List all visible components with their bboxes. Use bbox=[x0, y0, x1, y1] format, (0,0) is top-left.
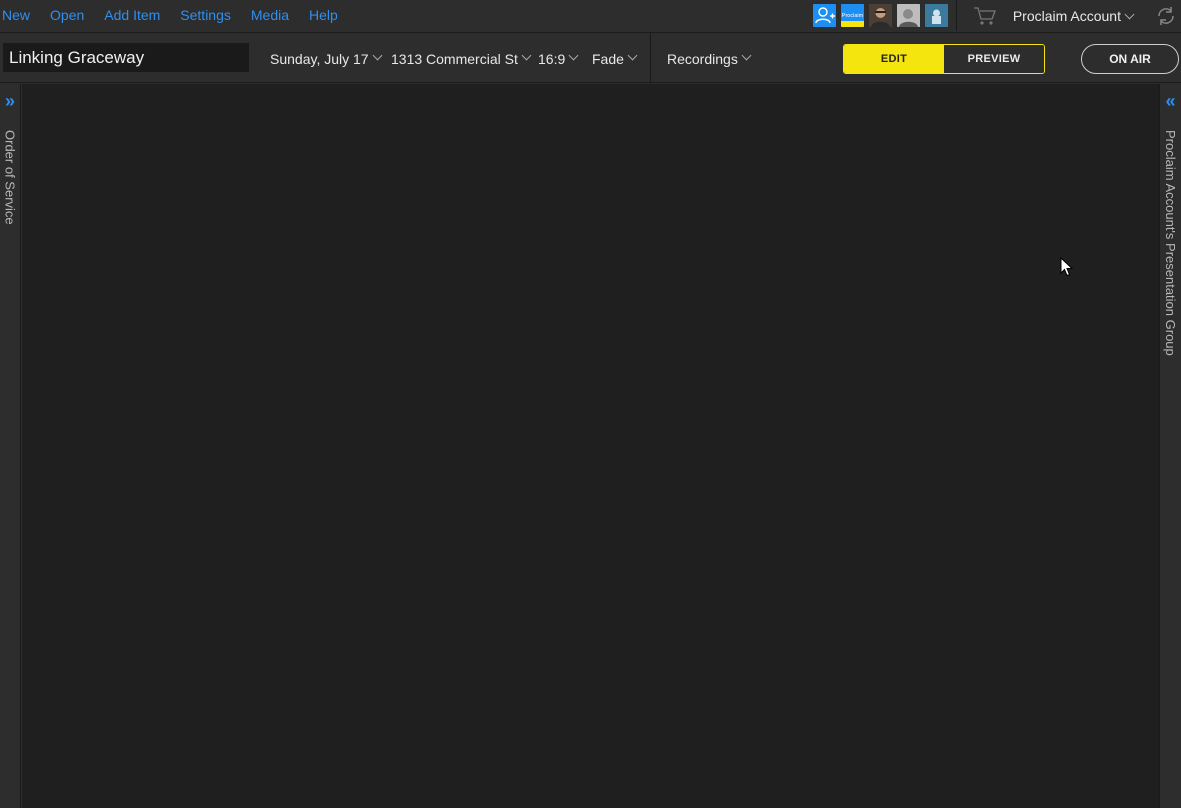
account-area: Proclaim Proclaim Account bbox=[812, 0, 1181, 31]
menu-new[interactable]: New bbox=[2, 0, 30, 31]
chevron-down-icon bbox=[521, 50, 532, 61]
account-name: Proclaim Account bbox=[1012, 7, 1121, 24]
edit-button[interactable]: EDIT bbox=[844, 45, 944, 73]
divider bbox=[650, 33, 651, 84]
menu-add-item[interactable]: Add Item bbox=[104, 0, 160, 31]
account-menu[interactable]: Proclaim Account bbox=[1012, 7, 1135, 24]
location-label: 1313 Commercial St bbox=[391, 50, 518, 67]
proclaim-logo-icon[interactable]: Proclaim bbox=[840, 4, 864, 27]
user-avatar-3[interactable] bbox=[924, 4, 948, 27]
cart-icon[interactable] bbox=[973, 6, 997, 26]
order-of-service-label[interactable]: Order of Service bbox=[0, 130, 20, 225]
divider bbox=[955, 0, 957, 31]
slide-stage bbox=[22, 84, 1159, 808]
menu-settings[interactable]: Settings bbox=[180, 0, 231, 31]
presentation-group-panel: « Proclaim Account's Presentation Group bbox=[1159, 84, 1181, 808]
menu-open[interactable]: Open bbox=[50, 0, 84, 31]
transition-dropdown[interactable]: Fade bbox=[592, 33, 638, 84]
chevron-down-icon bbox=[568, 50, 579, 61]
recordings-dropdown[interactable]: Recordings bbox=[667, 33, 752, 84]
date-label: Sunday, July 17 bbox=[270, 50, 369, 67]
expand-panel-icon[interactable]: « bbox=[1160, 92, 1181, 110]
presentation-group-label[interactable]: Proclaim Account's Presentation Group bbox=[1160, 130, 1181, 356]
add-user-icon[interactable] bbox=[812, 4, 836, 27]
mouse-cursor-icon bbox=[1060, 256, 1074, 277]
user-avatar-2[interactable] bbox=[896, 4, 920, 27]
chevron-down-icon bbox=[372, 50, 383, 61]
proclaim-logo-text: Proclaim bbox=[842, 13, 864, 19]
menu-media[interactable]: Media bbox=[251, 0, 289, 31]
presentation-title-input[interactable] bbox=[3, 43, 249, 72]
preview-button[interactable]: PREVIEW bbox=[944, 45, 1044, 73]
chevron-down-icon bbox=[741, 50, 752, 61]
date-dropdown[interactable]: Sunday, July 17 bbox=[270, 33, 383, 84]
chevron-down-icon bbox=[627, 50, 638, 61]
sync-icon[interactable] bbox=[1155, 5, 1177, 27]
presentation-toolbar: Sunday, July 17 1313 Commercial St 16:9 … bbox=[0, 32, 1181, 84]
aspect-ratio-label: 16:9 bbox=[538, 50, 566, 67]
aspect-ratio-dropdown[interactable]: 16:9 bbox=[538, 33, 579, 84]
menu-bar: New Open Add Item Settings Media Help Pr… bbox=[0, 0, 1181, 31]
edit-preview-toggle: EDIT PREVIEW bbox=[843, 44, 1045, 74]
menu-help[interactable]: Help bbox=[309, 0, 338, 31]
location-dropdown[interactable]: 1313 Commercial St bbox=[391, 33, 532, 84]
main-menu: New Open Add Item Settings Media Help bbox=[0, 0, 356, 31]
recordings-label: Recordings bbox=[667, 50, 738, 67]
on-air-button[interactable]: ON AIR bbox=[1081, 44, 1179, 74]
chevron-down-icon bbox=[1124, 9, 1135, 19]
expand-panel-icon[interactable]: » bbox=[0, 92, 20, 110]
transition-label: Fade bbox=[592, 50, 624, 67]
user-avatar-1[interactable] bbox=[868, 4, 892, 27]
order-of-service-panel: » Order of Service bbox=[0, 84, 21, 808]
